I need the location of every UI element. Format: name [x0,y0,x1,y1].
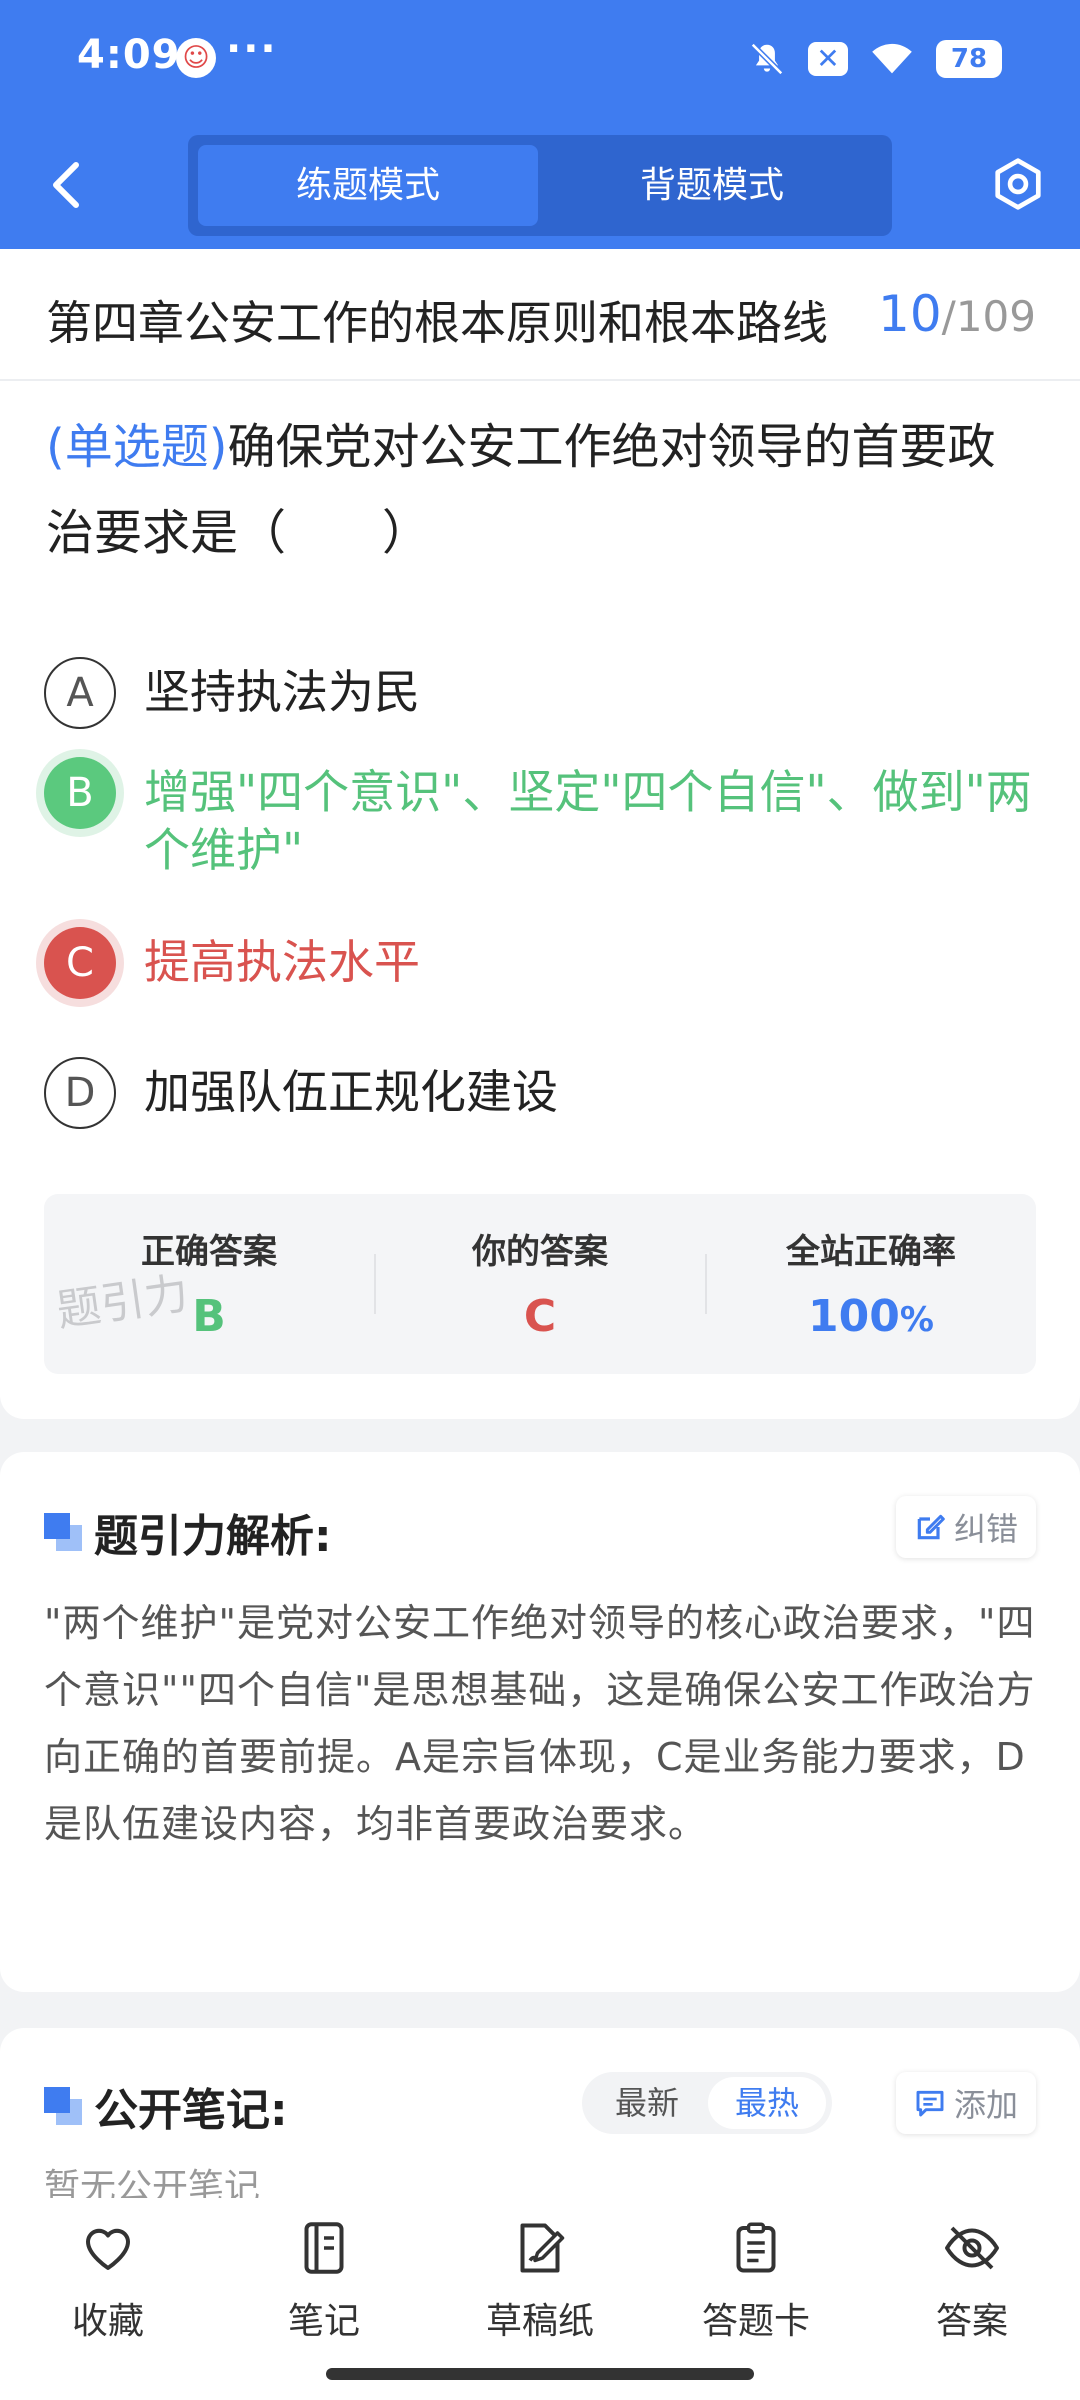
add-note-button[interactable]: 添加 [895,2072,1036,2134]
question-card: 第四章公安工作的根本原则和根本路线 10/109 (单选题)确保党对公安工作绝对… [0,249,1080,1419]
correct-answer-value: B [192,1291,226,1342]
add-note-label: 添加 [953,2086,1018,2124]
sort-hot[interactable]: 最热 [708,2077,826,2129]
notes-title: 公开笔记: [94,2085,288,2136]
mode-switch: 练题模式 背题模式 [188,135,892,236]
section-squares-icon [44,2087,82,2125]
status-time: 4:09 [77,32,181,78]
sort-latest[interactable]: 最新 [588,2077,706,2129]
home-indicator[interactable] [326,2368,754,2380]
answer-summary: 题引力 正确答案 B 你的答案 C 全站正确率 100% [44,1194,1036,1374]
settings-button[interactable] [990,156,1046,212]
progress-total: 109 [955,292,1036,341]
question-text: (单选题)确保党对公安工作绝对领导的首要政治要求是（ ） [46,404,1036,576]
report-error-button[interactable]: 纠错 [895,1496,1036,1558]
report-error-label: 纠错 [953,1510,1018,1548]
notebook-icon [304,2222,344,2274]
option-letter: A [44,657,116,729]
option-text: 加强队伍正规化建设 [144,1065,558,1119]
header: 4:09 ☺ ··· ✕ 78 练题模式 背题模式 [0,0,1080,249]
bottom-toolbar: 收藏 笔记 草稿纸 答题卡 答案 [0,2198,1080,2400]
option-text: 提高执法水平 [144,935,420,989]
more-notifications-indicator: ··· [226,26,278,72]
option-letter: C [44,927,116,999]
site-accuracy-unit: % [899,1300,934,1340]
your-answer-label: 你的答案 [472,1232,608,1272]
question-type-label: (单选题) [46,419,228,475]
option-text: 坚持执法为民 [144,665,420,719]
app-screen: 4:09 ☺ ··· ✕ 78 练题模式 背题模式 第四章公安工作的根本原则和根… [0,0,1080,2400]
chapter-title: 第四章公安工作的根本原则和根本路线 [46,296,828,350]
close-badge-icon: ✕ [808,42,848,76]
eye-off-icon [945,2226,999,2270]
analysis-card: 题引力解析: 纠错 "两个维护"是党对公安工作绝对领导的核心政治要求，"四个意识… [0,1452,1080,1992]
comment-icon [916,2090,944,2117]
chapter-row: 第四章公安工作的根本原则和根本路线 10/109 [0,249,1080,381]
nav-favorite[interactable]: 收藏 [28,2218,188,2344]
analysis-header: 题引力解析: [44,1500,332,1564]
nav-answer-sheet[interactable]: 答题卡 [676,2218,836,2344]
nav-answer-label: 答案 [935,2301,1008,2342]
wifi-icon [872,43,912,74]
progress-current: 10 [878,285,942,343]
option-c[interactable]: C 提高执法水平 [44,927,1044,999]
notes-header: 公开笔记: [44,2074,288,2138]
battery-icon: 78 [936,40,1002,78]
site-accuracy-value: 100% [706,1291,1036,1342]
app-notification-icon: ☺ [176,38,216,78]
nav-draft-label: 草稿纸 [485,2301,594,2342]
your-answer-value: C [523,1291,557,1342]
gear-icon [995,158,1041,210]
question-progress[interactable]: 10/109 [878,285,1036,343]
section-squares-icon [44,1513,82,1551]
option-text: 增强"四个意识"、坚定"四个自信"、做到"两个维护" [144,765,1032,877]
edit-icon [917,1514,945,1540]
correct-answer-label: 正确答案 [141,1232,277,1272]
correct-answer: 正确答案 B [44,1194,374,1374]
bell-off-icon [750,42,784,76]
analysis-text: "两个维护"是党对公安工作绝对领导的核心政治要求，"四个意识""四个自信"是思想… [44,1601,1036,1846]
analysis-title: 题引力解析: [94,1511,332,1562]
nav-favorite-label: 收藏 [71,2301,144,2342]
your-answer: 你的答案 C [375,1194,705,1374]
site-accuracy: 全站正确率 100% [706,1194,1036,1374]
option-a[interactable]: A 坚持执法为民 [44,657,1044,729]
chevron-left-icon [53,162,79,208]
heart-icon [86,2228,130,2270]
option-d[interactable]: D 加强队伍正规化建设 [44,1057,1044,1129]
tab-practice-mode[interactable]: 练题模式 [198,145,538,226]
nav-draft[interactable]: 草稿纸 [460,2218,620,2344]
nav-notes[interactable]: 笔记 [244,2218,404,2344]
option-letter: D [44,1057,116,1129]
option-b[interactable]: B 增强"四个意识"、坚定"四个自信"、做到"两个维护" [44,757,1044,879]
status-icons: ✕ 78 [748,38,1002,80]
progress-separator: / [941,292,956,341]
notes-sort-toggle: 最新 最热 [582,2072,832,2134]
nav-notes-label: 笔记 [287,2301,360,2342]
clipboard-icon [736,2222,776,2273]
nav-answer-sheet-label: 答题卡 [701,2301,810,2342]
tab-recite-mode[interactable]: 背题模式 [542,145,882,226]
draft-icon [520,2223,565,2273]
nav-answer[interactable]: 答案 [892,2218,1052,2344]
site-accuracy-label: 全站正确率 [786,1232,956,1272]
back-button[interactable] [40,155,90,215]
option-letter: B [44,757,116,829]
site-accuracy-number: 100 [808,1291,900,1342]
